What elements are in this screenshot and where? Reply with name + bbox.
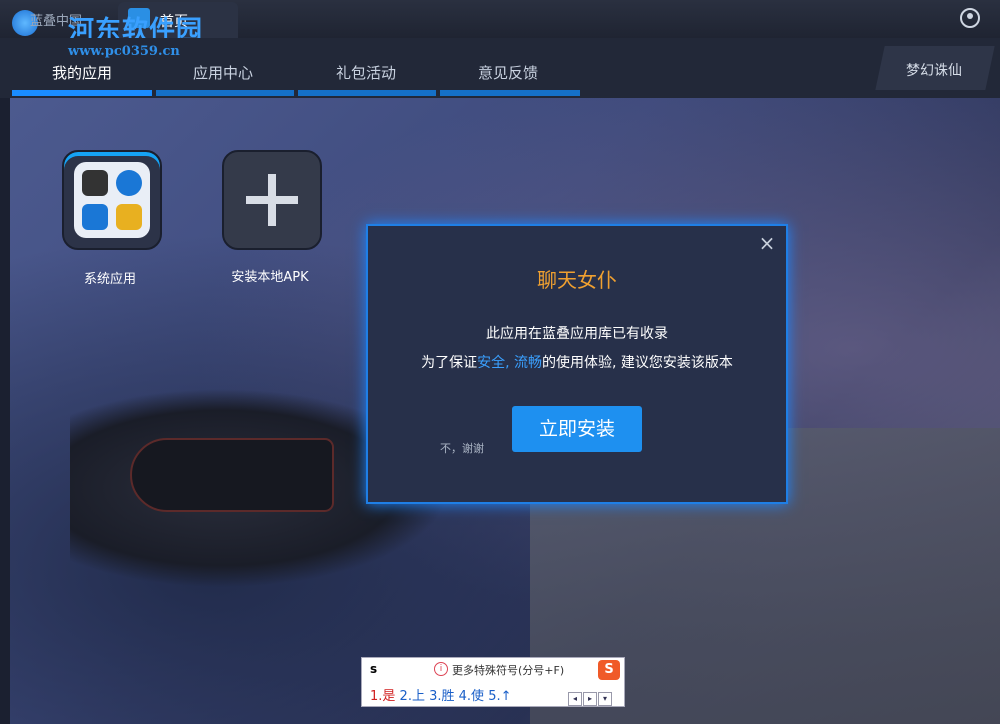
nav-underline-active xyxy=(12,90,152,96)
nav-my-apps[interactable]: 我的应用 xyxy=(52,62,112,83)
ime-candidates: 1.是 2.上 3.胜 4.使 5.↑ xyxy=(370,685,511,704)
ime-hint: 更多特殊符号(分号+F) xyxy=(452,664,565,677)
ime-candidate-window: s i 更多特殊符号(分号+F) S 1.是 2.上 3.胜 4.使 5.↑ ◂… xyxy=(361,657,625,707)
background-car-detail xyxy=(130,438,334,512)
camera-icon xyxy=(116,204,142,230)
install-apk-tile[interactable] xyxy=(222,150,322,250)
plus-icon xyxy=(246,196,298,204)
dialog-title: 聊天女仆 xyxy=(537,268,617,292)
ime-prev-icon[interactable]: ◂ xyxy=(568,692,582,706)
ime-candidate[interactable]: 2.上 xyxy=(400,689,425,704)
ime-page-arrows: ◂ ▸ ▾ xyxy=(568,686,613,706)
system-apps-icon xyxy=(74,162,150,238)
sogou-logo-icon: S xyxy=(598,660,620,680)
install-recommend-dialog: × 聊天女仆 此应用在蓝叠应用库已有收录 为了保证安全, 流畅的使用体验, 建议… xyxy=(366,224,788,504)
line2-text: 为了保证 xyxy=(421,355,478,371)
system-apps-label: 系统应用 xyxy=(83,272,136,287)
line2-highlight-safe: 安全 xyxy=(477,355,506,371)
user-account-icon[interactable] xyxy=(960,8,980,28)
ime-candidate[interactable]: 5.↑ xyxy=(488,689,511,704)
dialog-message-line2: 为了保证安全, 流畅的使用体验, 建议您安装该版本 xyxy=(368,352,786,372)
ime-candidate[interactable]: 1.是 xyxy=(370,689,395,704)
dialog-message-line1: 此应用在蓝叠应用库已有收录 xyxy=(486,326,668,342)
install-apk-label: 安装本地APK xyxy=(231,270,309,285)
ime-input-text: s xyxy=(370,662,378,676)
ime-candidate[interactable]: 3.胜 xyxy=(429,689,454,704)
nav-feedback[interactable]: 意见反馈 xyxy=(478,62,538,83)
line2-highlight-smooth: 流畅 xyxy=(514,355,542,371)
watermark-url: www.pc0359.cn xyxy=(68,44,180,59)
line2-separator: , xyxy=(505,355,514,371)
nav-underline xyxy=(156,90,294,96)
settings-gear-icon xyxy=(82,170,108,196)
ime-next-icon[interactable]: ▸ xyxy=(583,692,597,706)
close-icon[interactable]: × xyxy=(758,233,776,253)
info-icon: i xyxy=(434,662,448,676)
nav-gift-events[interactable]: 礼包活动 xyxy=(336,62,396,83)
browser-globe-icon xyxy=(116,170,142,196)
ime-candidate[interactable]: 4.使 xyxy=(459,689,484,704)
nav-game-tab-label: 梦幻诛仙 xyxy=(906,63,962,79)
install-now-button[interactable]: 立即安装 xyxy=(512,406,642,452)
nav-app-center[interactable]: 应用中心 xyxy=(193,62,253,83)
nav-underline xyxy=(298,90,436,96)
line2-text-end: 的使用体验, 建议您安装该版本 xyxy=(542,355,733,371)
decline-link[interactable]: 不，谢谢 xyxy=(440,440,484,456)
ime-expand-icon[interactable]: ▾ xyxy=(598,692,612,706)
file-manager-icon xyxy=(82,204,108,230)
nav-underline xyxy=(440,90,580,96)
system-apps-tile[interactable] xyxy=(62,150,162,250)
